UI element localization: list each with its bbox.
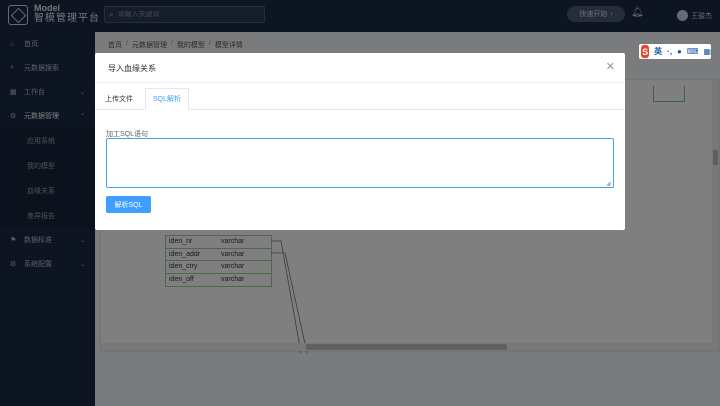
resize-handle-icon[interactable]: ◢ bbox=[606, 181, 612, 187]
parse-sql-button[interactable]: 解析SQL bbox=[106, 196, 151, 213]
ime-lang[interactable]: 英 bbox=[654, 46, 662, 57]
sql-textarea[interactable] bbox=[106, 138, 614, 188]
tab-sql-parse[interactable]: SQL解析 bbox=[145, 88, 189, 110]
dialog-tabs: 上传文件 SQL解析 bbox=[95, 88, 625, 110]
sogou-logo-icon: S bbox=[641, 45, 650, 58]
ime-toolbar[interactable]: S 英 ·, ● ⌨ ▦ bbox=[639, 44, 711, 59]
keyboard-icon[interactable]: ⌨ bbox=[687, 47, 699, 56]
tab-upload-file[interactable]: 上传文件 bbox=[97, 88, 141, 110]
dialog-title: 导入血缘关系 bbox=[108, 64, 156, 73]
close-icon[interactable]: ✕ bbox=[606, 60, 615, 73]
grid-menu-icon[interactable]: ▦ bbox=[703, 47, 711, 56]
punctuation-icon[interactable]: ·, bbox=[667, 47, 672, 56]
microphone-icon[interactable]: ● bbox=[677, 47, 682, 56]
import-lineage-dialog: 导入血缘关系 ✕ 上传文件 SQL解析 加工SQL语句 ◢ 解析SQL bbox=[95, 53, 625, 230]
